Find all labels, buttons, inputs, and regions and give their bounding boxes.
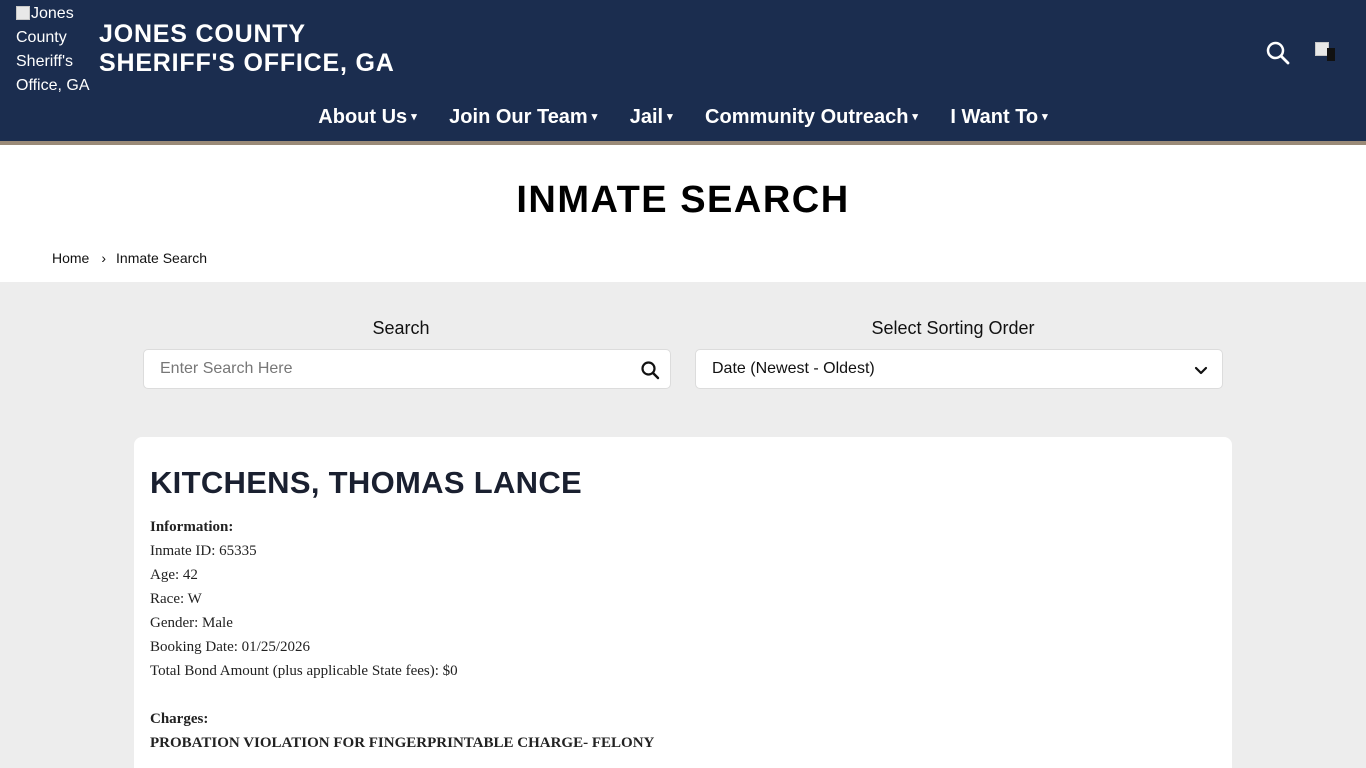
inmate-details: Information: Inmate ID: 65335 Age: 42 Ra… — [150, 515, 654, 755]
nav-item-join-our-team[interactable]: Join Our Team ▾ — [449, 106, 597, 129]
page-title: INMATE SEARCH — [516, 179, 850, 221]
inmate-card: KITCHENS, THOMAS LANCE Information: Inma… — [134, 437, 1232, 768]
search-section: Search Select Sorting Order Date (Newest… — [0, 282, 1366, 768]
breadcrumb-home[interactable]: Home — [52, 250, 89, 266]
broken-image-icon — [16, 6, 30, 20]
inmate-race: Race: W — [150, 591, 202, 607]
caret-down-icon: ▾ — [912, 111, 918, 123]
caret-down-icon: ▾ — [591, 111, 598, 123]
caret-down-icon: ▾ — [667, 111, 673, 123]
nav-item-jail[interactable]: Jail ▾ — [630, 106, 673, 129]
inmate-gender: Gender: Male — [150, 615, 233, 631]
sort-label: Select Sorting Order — [871, 318, 1035, 338]
sort-selected-value: Date (Newest - Oldest) — [712, 360, 875, 377]
search-icon[interactable] — [640, 360, 660, 380]
site-logo[interactable]: Jones County Sheriff's Office, GA — [16, 2, 96, 98]
search-icon[interactable] — [1265, 40, 1291, 66]
caret-down-icon: ▾ — [411, 111, 417, 123]
search-label: Search — [372, 318, 430, 338]
charge-item: PROBATION VIOLATION FOR FINGERPRINTABLE … — [150, 735, 655, 751]
inmate-id: Inmate ID: 65335 — [150, 543, 257, 559]
breadcrumb-separator-icon: › — [101, 250, 107, 266]
inmate-age: Age: 42 — [150, 567, 198, 583]
search-field — [143, 349, 671, 389]
caret-down-icon: ▾ — [1042, 111, 1048, 123]
nav-item-community-outreach[interactable]: Community Outreach ▾ — [705, 106, 918, 129]
sort-order-select[interactable]: Date (Newest - Oldest) — [695, 349, 1223, 389]
site-title[interactable]: JONES COUNTY SHERIFF'S OFFICE, GA — [99, 20, 439, 78]
booking-date: Booking Date: 01/25/2026 — [150, 639, 310, 655]
bond-amount: Total Bond Amount (plus applicable State… — [150, 663, 458, 679]
nav-item-about-us[interactable]: About Us ▾ — [318, 106, 416, 129]
charges-heading: Charges: — [150, 711, 209, 727]
main-nav: About Us ▾ Join Our Team ▾ Jail ▾ Community… — [0, 106, 1366, 129]
search-input[interactable] — [144, 350, 614, 388]
inmate-name[interactable]: KITCHENS, THOMAS LANCE — [150, 465, 582, 501]
site-header: Jones County Sheriff's Office, GA JONES … — [0, 0, 1366, 145]
site-title-line1: JONES COUNTY — [99, 20, 306, 48]
site-title-line2: SHERIFF'S OFFICE, GA — [99, 49, 395, 77]
chevron-down-icon — [1194, 364, 1208, 376]
information-heading: Information: — [150, 519, 234, 535]
breadcrumb: Home › Inmate Search — [52, 250, 207, 266]
title-area: INMATE SEARCH Home › Inmate Search — [0, 145, 1366, 282]
breadcrumb-current: Inmate Search — [116, 250, 208, 266]
broken-image-icon[interactable] — [1315, 42, 1337, 62]
nav-item-i-want-to[interactable]: I Want To ▾ — [950, 106, 1047, 129]
